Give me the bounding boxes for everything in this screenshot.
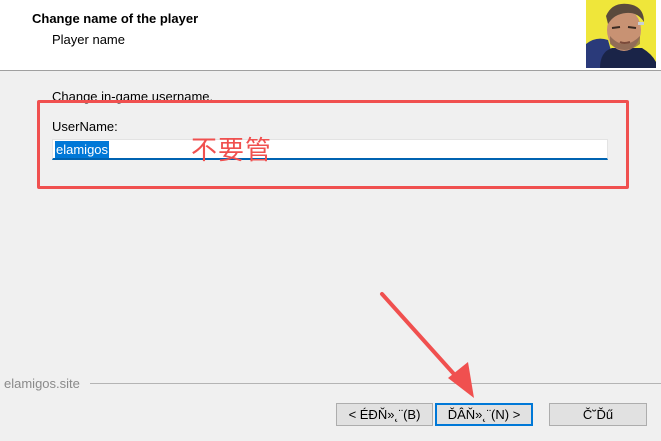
next-button[interactable]: ĎÂŇ»˛¨(N) > — [435, 403, 533, 426]
annotation-highlight-box — [37, 100, 629, 189]
back-button[interactable]: < ÉĐŇ»˛¨(B) — [336, 403, 433, 426]
cancel-button[interactable]: Č˘Ďű — [549, 403, 647, 426]
wizard-header: Change name of the player Player name — [0, 0, 661, 71]
page-subtitle: Player name — [52, 32, 125, 47]
page-title: Change name of the player — [32, 11, 199, 26]
annotation-text: 不要管 — [191, 136, 273, 166]
footer-divider — [90, 383, 661, 384]
brand-label: elamigos.site — [4, 376, 80, 391]
game-portrait-image — [586, 0, 656, 68]
